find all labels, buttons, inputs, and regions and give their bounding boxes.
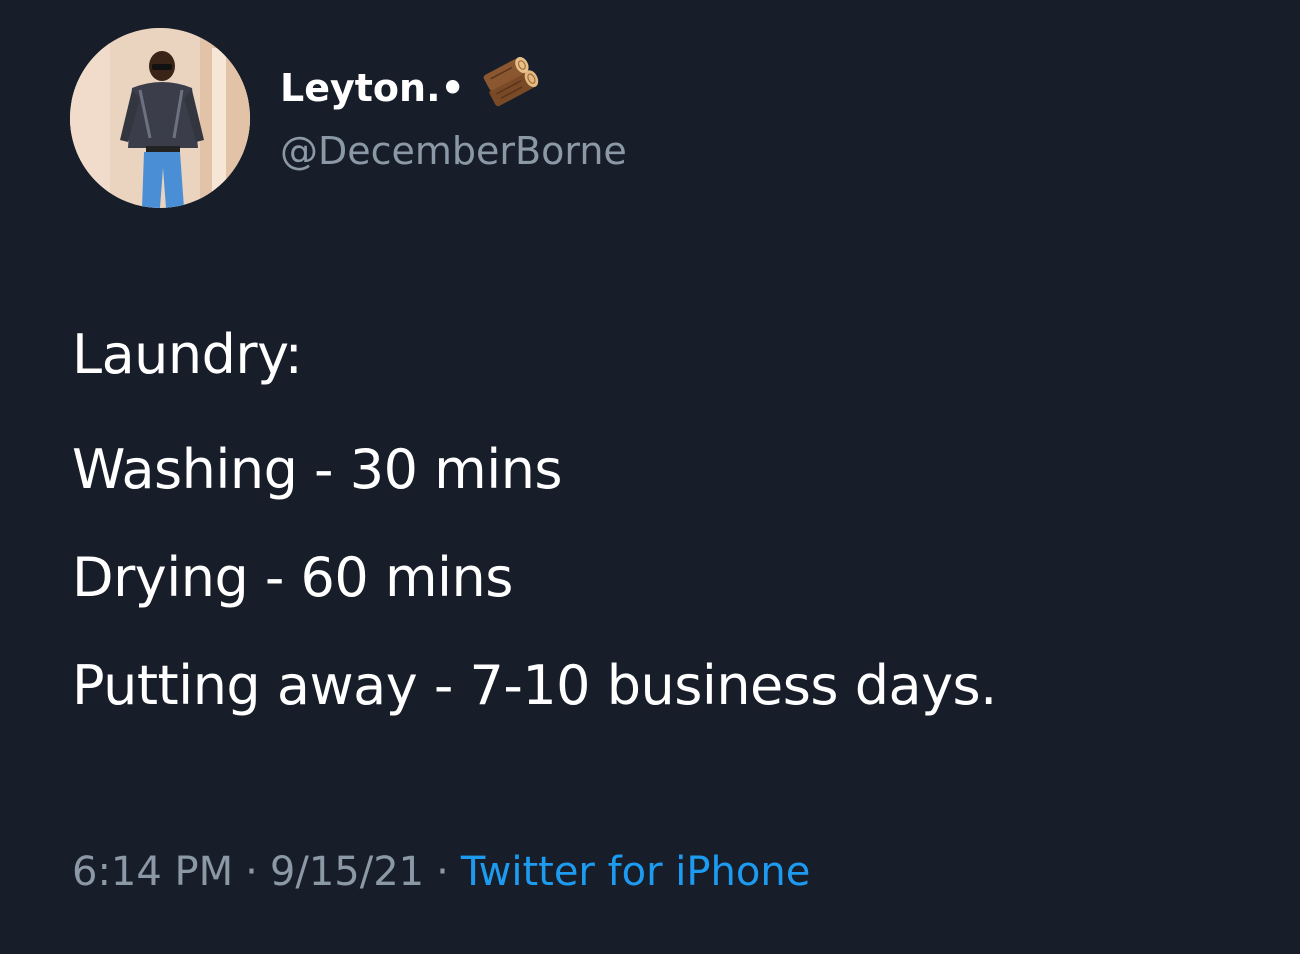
display-name[interactable]: Leyton.•	[280, 62, 465, 114]
tweet-time[interactable]: 6:14 PM	[72, 849, 233, 895]
wood-log-icon	[483, 57, 539, 107]
avatar[interactable]	[70, 28, 250, 208]
tweet-heading: Laundry:	[72, 323, 303, 386]
tweet-line-drying: Drying - 60 mins	[72, 546, 513, 609]
meta-separator: ·	[436, 849, 449, 895]
tweet-date[interactable]: 9/15/21	[270, 849, 424, 895]
tweet-text: Laundry: Washing - 30 mins Drying - 60 m…	[72, 300, 997, 740]
tweet-line-washing: Washing - 30 mins	[72, 438, 563, 501]
tweet-card: Leyton.• @DecemberBorne Laundry: Washing…	[0, 0, 1300, 954]
tweet-line-putting-away: Putting away - 7-10 business days.	[72, 654, 997, 717]
user-handle[interactable]: @DecemberBorne	[280, 124, 627, 178]
tweet-source-link[interactable]: Twitter for iPhone	[461, 849, 811, 895]
meta-separator: ·	[245, 849, 258, 895]
avatar-photo	[70, 28, 250, 208]
tweet-metadata: 6:14 PM · 9/15/21 · Twitter for iPhone	[72, 842, 810, 902]
